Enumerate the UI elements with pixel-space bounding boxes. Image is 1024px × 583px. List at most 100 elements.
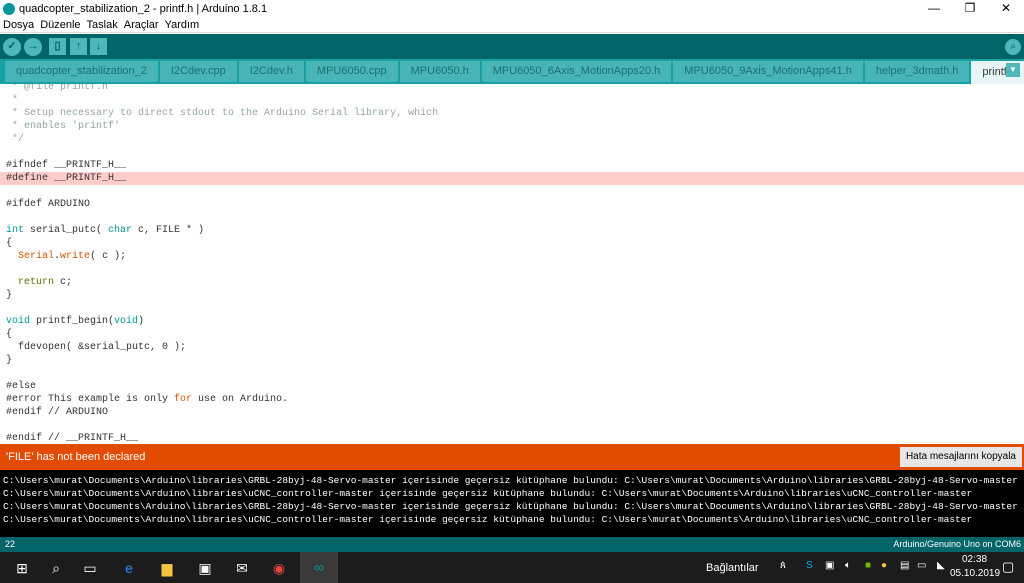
code-line: #ifdef ARDUINO	[6, 199, 91, 210]
keyword: write	[60, 251, 91, 262]
task-view-icon[interactable]: ▭	[80, 558, 100, 578]
console-line: C:\Users\murat\Documents\Arduino\librari…	[3, 475, 1018, 486]
upload-button[interactable]: →	[24, 38, 42, 56]
code-line: int serial_putc( char c, FILE * )	[0, 224, 1024, 237]
skype-icon[interactable]: S	[806, 560, 813, 571]
console-output[interactable]: C:\Users\murat\Documents\Arduino\librari…	[0, 470, 1024, 537]
tab-mpu6050-6axis[interactable]: MPU6050_6Axis_MotionApps20.h	[481, 61, 672, 82]
code-line: return c;	[0, 276, 1024, 289]
title-bar: quadcopter_stabilization_2 - printf.h | …	[0, 0, 1024, 17]
wifi-icon[interactable]: ◣	[937, 560, 945, 571]
code-line: }	[6, 355, 13, 366]
window-title: quadcopter_stabilization_2 - printf.h | …	[19, 2, 268, 15]
code-line: fdevopen( &serial_putc, 0 );	[6, 342, 187, 353]
tab-mpu6050-h[interactable]: MPU6050.h	[399, 61, 480, 82]
action-center-icon[interactable]: ▢	[1002, 559, 1014, 575]
volume-icon[interactable]: 🔈︎	[845, 560, 851, 571]
menu-file[interactable]: Dosya	[3, 19, 34, 31]
code-editor[interactable]: * @file printf.h * * Setup necessary to …	[0, 84, 1024, 444]
code-line: {	[6, 238, 13, 249]
tab-helper-3dmath[interactable]: helper_3dmath.h	[864, 61, 970, 82]
minimize-button[interactable]: —	[916, 0, 952, 17]
arduino-taskbar-icon[interactable]: ∞	[300, 552, 338, 583]
code-line: #ifndef __PRINTF_H__	[6, 160, 127, 171]
keyword: void	[114, 316, 139, 327]
code-line: */	[6, 134, 25, 145]
status-bar: 22 Arduino/Genuino Uno on COM6	[0, 537, 1024, 552]
nvidia-icon[interactable]: ■	[865, 560, 871, 571]
windows-start-icon[interactable]: ⊞	[12, 558, 32, 578]
code-text: c;	[54, 277, 73, 288]
clock-time[interactable]: 02:38	[962, 554, 987, 565]
console-line: C:\Users\murat\Documents\Arduino\librari…	[3, 488, 973, 499]
board-info: Arduino/Genuino Uno on COM6	[893, 539, 1021, 549]
maximize-button[interactable]: ❐	[952, 0, 988, 17]
verify-button[interactable]: ✓	[3, 38, 21, 56]
tab-quadcopter-stabilization-2[interactable]: quadcopter_stabilization_2	[5, 61, 158, 82]
line-number: 22	[5, 539, 16, 549]
clock-date[interactable]: 05.10.2019	[950, 568, 1000, 579]
keyboard-icon[interactable]: ▤	[900, 560, 909, 571]
tab-mpu6050-cpp[interactable]: MPU6050.cpp	[305, 61, 398, 82]
keyword: void	[6, 316, 31, 327]
code-text: use on Arduino.	[192, 394, 289, 405]
code-text: c, FILE * )	[132, 225, 205, 236]
chrome-icon[interactable]: ◉	[269, 558, 289, 578]
toolbar: ✓ → ▯ ↑ ↓ ⌕	[0, 34, 1024, 59]
new-button[interactable]: ▯	[49, 38, 66, 55]
menu-sketch[interactable]: Taslak	[87, 19, 118, 31]
search-icon[interactable]: ⌕	[46, 558, 66, 578]
code-text: printf_begin(	[30, 316, 115, 327]
keyword: return	[18, 277, 55, 288]
tab-mpu6050-9axis[interactable]: MPU6050_9Axis_MotionApps41.h	[673, 61, 863, 82]
connections-label[interactable]: Bağlantılar	[706, 562, 759, 574]
serial-monitor-button[interactable]: ⌕	[1005, 39, 1021, 55]
code-line: #else	[6, 381, 37, 392]
keyword: Serial	[18, 251, 55, 262]
menu-help[interactable]: Yardım	[165, 19, 200, 31]
menu-tools[interactable]: Araçlar	[124, 19, 159, 31]
code-text: ( c );	[90, 251, 127, 262]
code-text: #error This example is only	[6, 394, 175, 405]
edge-icon[interactable]: e	[119, 558, 139, 578]
people-icon[interactable]: ጰ	[780, 560, 786, 571]
keyword: for	[174, 394, 193, 405]
code-text: )	[138, 316, 145, 327]
tab-i2cdev-cpp[interactable]: I2Cdev.cpp	[159, 61, 237, 82]
addon-icon[interactable]: ●	[881, 560, 887, 571]
save-button[interactable]: ↓	[90, 38, 107, 55]
file-explorer-icon[interactable]: ▆	[157, 558, 177, 578]
code-line: {	[6, 329, 13, 340]
mail-icon[interactable]: ✉	[232, 558, 252, 578]
error-message: 'FILE' has not been declared	[6, 451, 146, 463]
store-icon[interactable]: ▣	[195, 558, 215, 578]
console-line: C:\Users\murat\Documents\Arduino\librari…	[3, 514, 973, 525]
code-text: serial_putc(	[24, 225, 109, 236]
code-line: }	[6, 290, 13, 301]
arduino-logo-icon	[3, 2, 15, 15]
copy-error-button[interactable]: Hata mesajlarını kopyala	[899, 447, 1022, 467]
notification-app-icon[interactable]: ▣	[825, 560, 834, 571]
error-bar: 'FILE' has not been declared Hata mesajl…	[0, 444, 1024, 470]
code-line: * Setup necessary to direct stdout to th…	[6, 108, 439, 119]
tab-menu-button[interactable]: ▼	[1006, 63, 1020, 77]
close-button[interactable]: ✕	[988, 0, 1024, 17]
menu-edit[interactable]: Düzenle	[40, 19, 80, 31]
tab-i2cdev-h[interactable]: I2Cdev.h	[238, 61, 304, 82]
code-line: #endif // ARDUINO	[6, 407, 109, 418]
code-line: Serial.write( c );	[0, 250, 1024, 263]
code-line: * @file printf.h	[6, 84, 109, 93]
console-line: C:\Users\murat\Documents\Arduino\librari…	[3, 501, 1018, 512]
code-line-error-highlight: #define __PRINTF_H__	[0, 172, 1024, 185]
open-button[interactable]: ↑	[70, 38, 87, 55]
taskbar: ⊞ ⌕ ▭ e ▆ ▣ ✉ ◉ ∞ Bağlantılar ጰ S ▣ 🔈︎ ■…	[0, 552, 1024, 583]
battery-icon[interactable]: ▭	[917, 560, 926, 571]
